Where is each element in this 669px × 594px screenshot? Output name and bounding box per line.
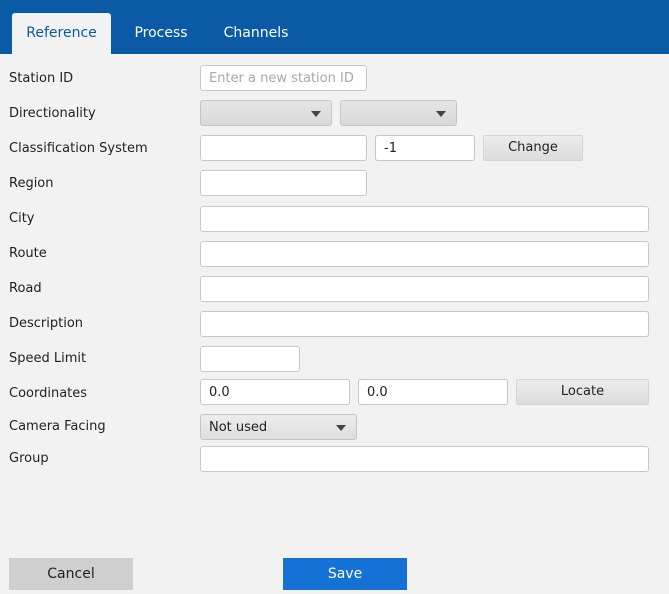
locate-button[interactable]: Locate	[516, 379, 649, 405]
classification-system-input[interactable]	[200, 135, 367, 161]
tab-channels[interactable]: Channels	[210, 13, 302, 54]
save-button[interactable]: Save	[283, 558, 407, 590]
directionality-label: Directionality	[9, 106, 96, 121]
city-label: City	[9, 211, 35, 226]
group-label: Group	[9, 451, 49, 466]
tab-process[interactable]: Process	[118, 13, 204, 54]
route-input[interactable]	[200, 241, 649, 267]
directionality-select-2[interactable]	[340, 100, 457, 126]
cancel-button[interactable]: Cancel	[9, 558, 133, 590]
station-id-input[interactable]	[200, 65, 367, 91]
station-id-label: Station ID	[9, 71, 74, 86]
classification-system-label: Classification System	[9, 141, 148, 156]
chevron-down-icon	[336, 425, 346, 431]
road-label: Road	[9, 281, 42, 296]
tab-reference[interactable]: Reference	[12, 13, 111, 54]
chevron-down-icon	[311, 111, 321, 117]
tab-bar: Reference Process Channels	[0, 0, 669, 54]
chevron-down-icon	[436, 111, 446, 117]
coordinates-label: Coordinates	[9, 386, 88, 401]
classification-code-input[interactable]	[375, 135, 475, 161]
camera-facing-select[interactable]: Not used	[200, 414, 357, 440]
speed-limit-input[interactable]	[200, 346, 300, 372]
directionality-select-1[interactable]	[200, 100, 332, 126]
description-label: Description	[9, 316, 84, 331]
road-input[interactable]	[200, 276, 649, 302]
route-label: Route	[9, 246, 47, 261]
group-input[interactable]	[200, 446, 649, 472]
city-input[interactable]	[200, 206, 649, 232]
latitude-input[interactable]	[200, 379, 350, 405]
camera-facing-value: Not used	[209, 420, 268, 435]
speed-limit-label: Speed Limit	[9, 351, 87, 366]
description-input[interactable]	[200, 311, 649, 337]
region-input[interactable]	[200, 170, 367, 196]
change-button[interactable]: Change	[483, 135, 583, 161]
camera-facing-label: Camera Facing	[9, 419, 106, 434]
longitude-input[interactable]	[358, 379, 508, 405]
region-label: Region	[9, 176, 54, 191]
